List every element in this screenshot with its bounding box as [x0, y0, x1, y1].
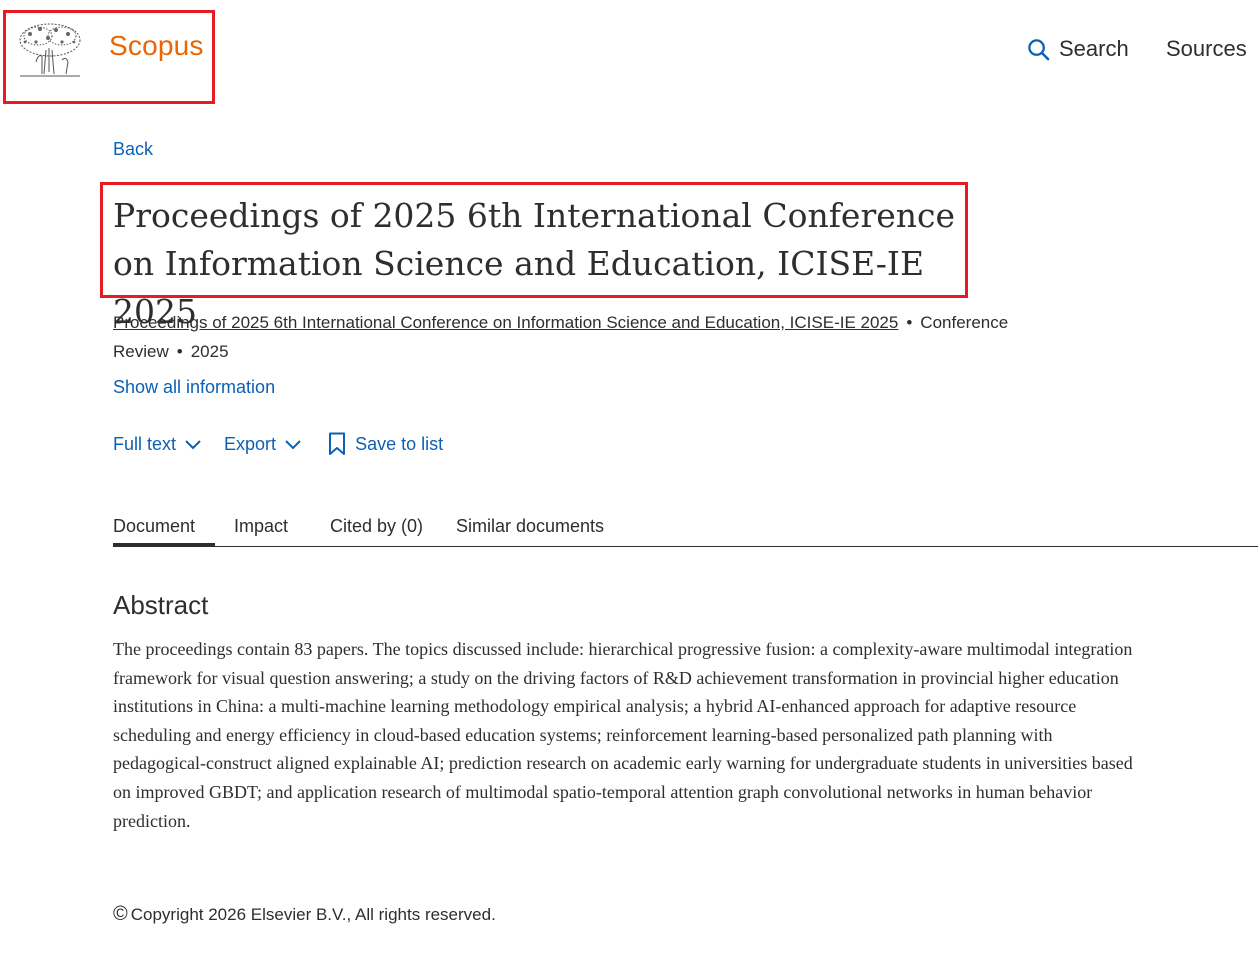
nav-search-label: Search: [1059, 36, 1129, 61]
back-link[interactable]: Back: [113, 139, 153, 160]
source-title-link[interactable]: Proceedings of 2025 6th International Co…: [113, 313, 898, 332]
save-to-list-button[interactable]: Save to list: [328, 432, 443, 456]
elsevier-tree-icon[interactable]: [16, 20, 84, 80]
abstract-text: The proceedings contain 83 papers. The t…: [113, 639, 1133, 831]
show-all-information-link[interactable]: Show all information: [113, 377, 275, 398]
copyright-icon: ©: [113, 903, 128, 925]
nav-search-link[interactable]: Search: [1027, 36, 1129, 62]
document-year: 2025: [190, 342, 229, 361]
tab-cited-by[interactable]: Cited by (0): [330, 516, 423, 537]
tab-impact[interactable]: Impact: [234, 516, 288, 537]
chevron-down-icon: [185, 440, 201, 450]
full-text-label: Full text: [113, 433, 177, 454]
export-dropdown[interactable]: Export: [224, 434, 302, 455]
tab-document[interactable]: Document: [113, 516, 195, 537]
meta-separator: •: [906, 313, 913, 332]
meta-separator: •: [176, 342, 183, 361]
chevron-down-icon: [285, 440, 301, 450]
tab-active-indicator: [113, 543, 215, 547]
save-to-list-label: Save to list: [355, 433, 444, 454]
document-actions: Full text Export Save to list: [113, 432, 443, 456]
scopus-logo-text[interactable]: Scopus: [109, 30, 204, 62]
search-icon: [1028, 38, 1050, 60]
copyright-text: Copyright 2026 Elsevier B.V., All rights…: [130, 904, 496, 924]
bookmark-icon: [329, 432, 346, 455]
tabs-divider: [113, 546, 1258, 547]
abstract-heading: Abstract: [113, 590, 209, 620]
nav-sources-link[interactable]: Sources: [1166, 36, 1247, 62]
copyright-notice: © Copyright 2026 Elsevier B.V., All righ…: [113, 903, 496, 926]
full-text-dropdown[interactable]: Full text: [113, 434, 202, 455]
export-label: Export: [224, 433, 277, 454]
document-meta: Proceedings of 2025 6th International Co…: [113, 308, 1073, 366]
tab-similar-documents[interactable]: Similar documents: [456, 516, 604, 537]
